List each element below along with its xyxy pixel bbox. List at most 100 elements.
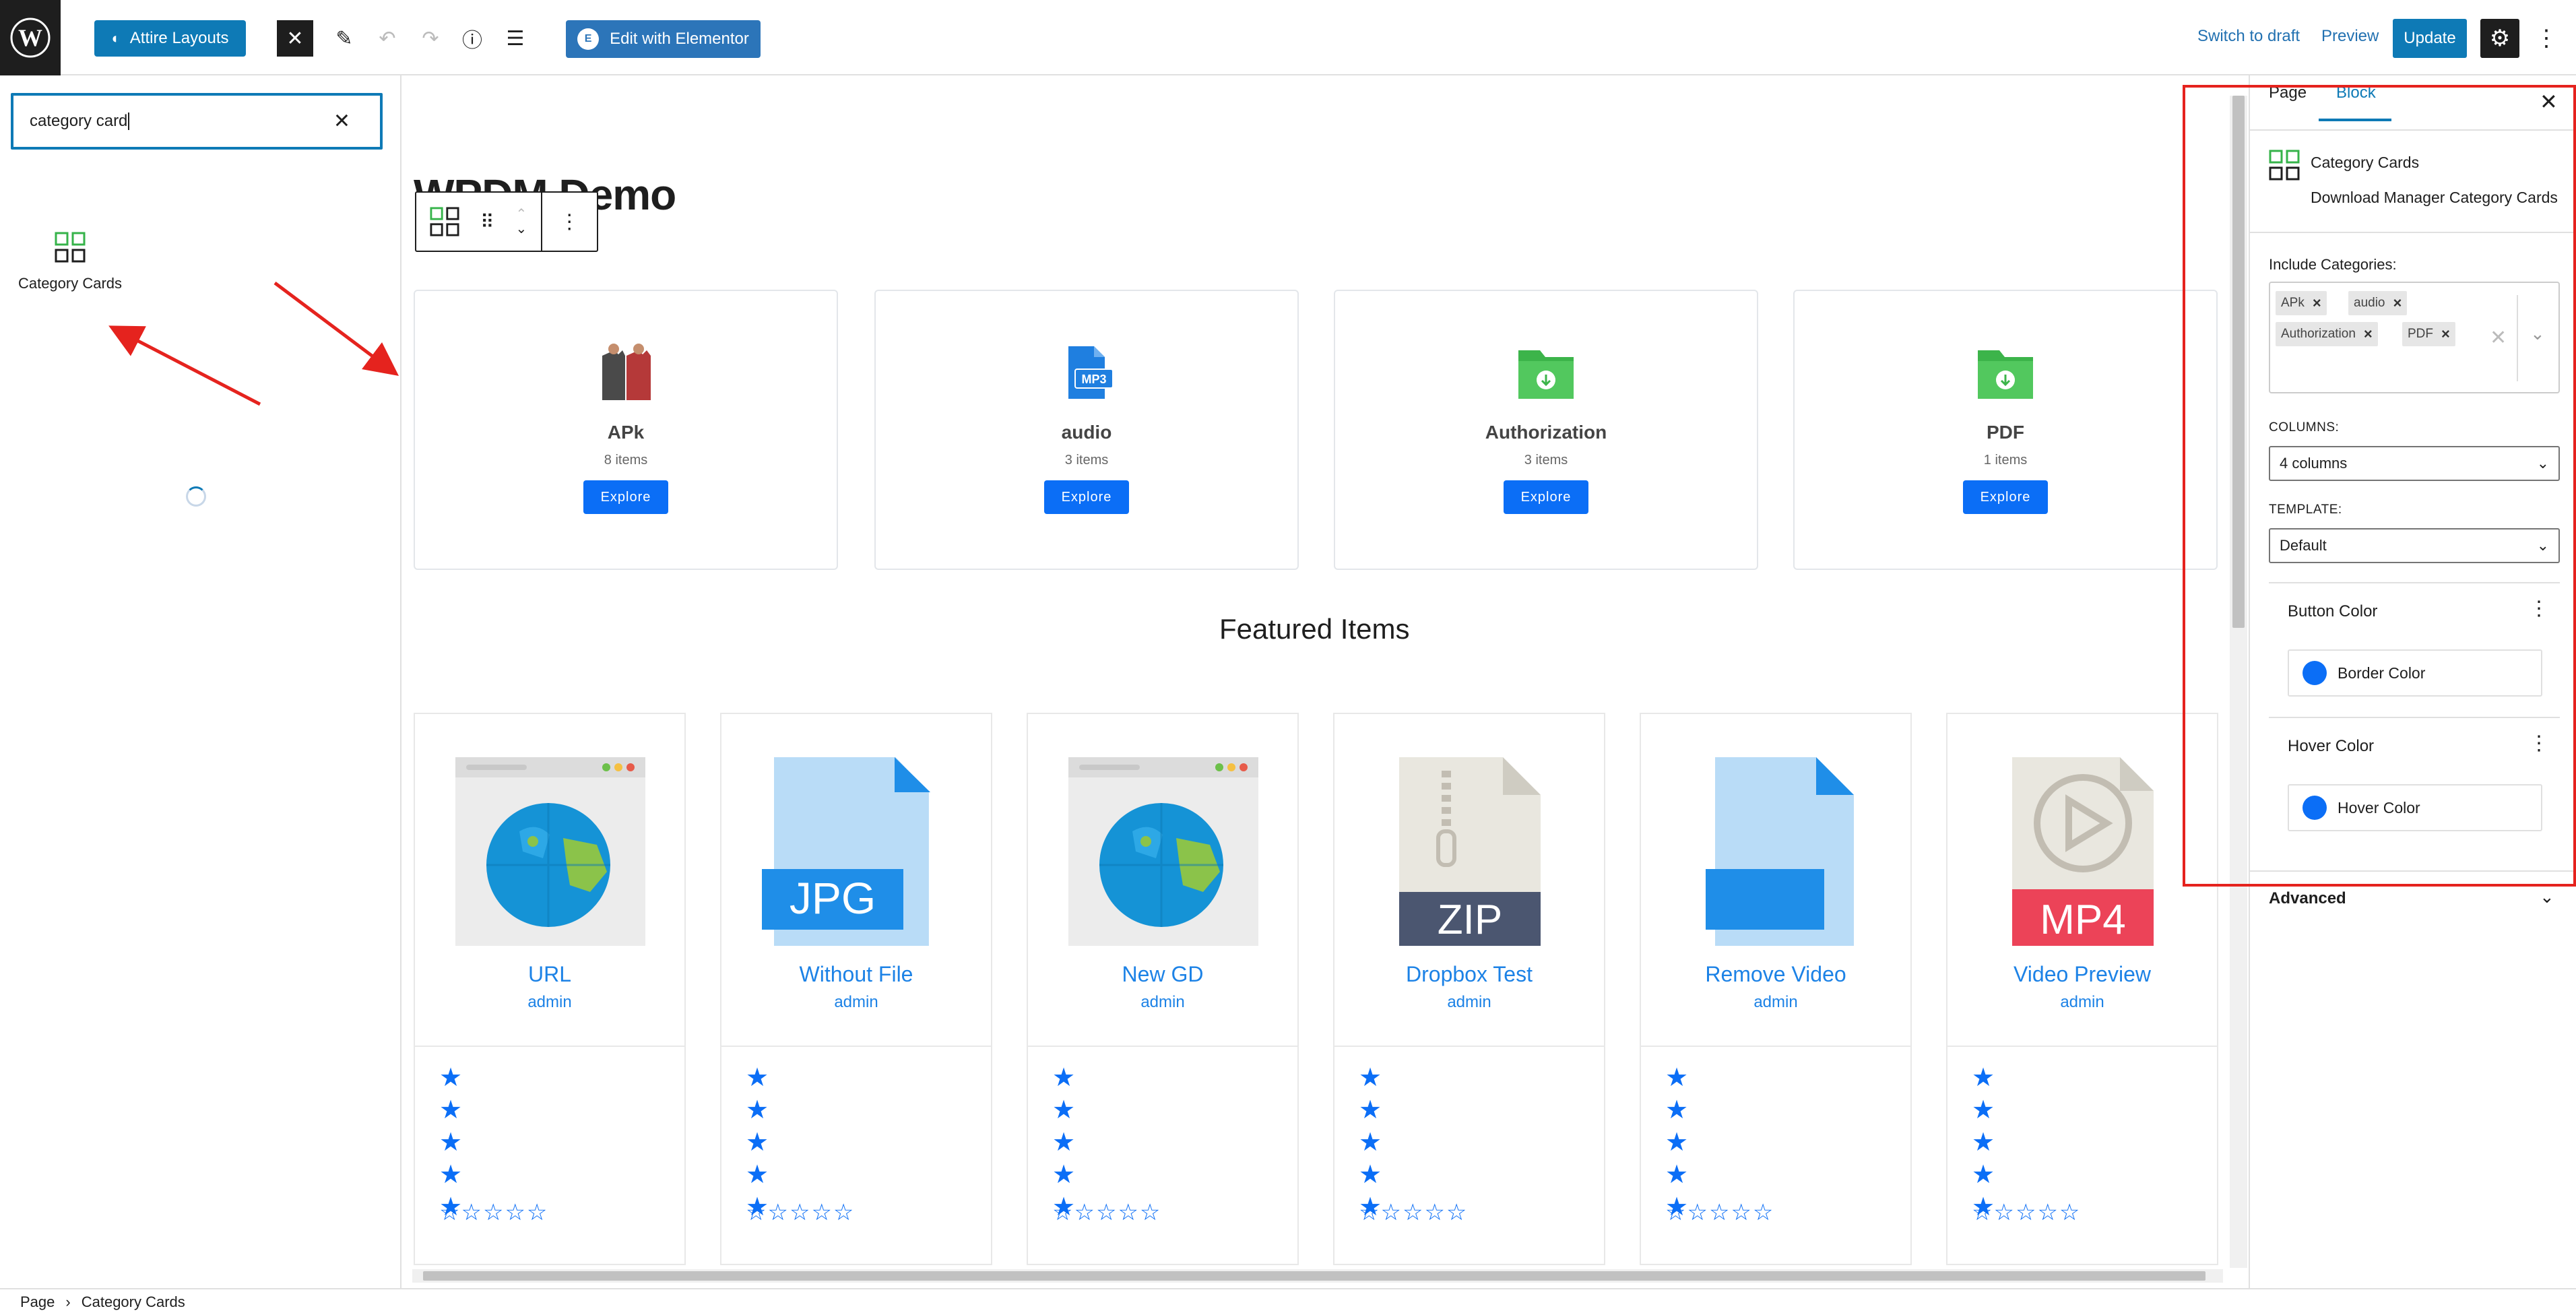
category-name[interactable]: PDF xyxy=(1987,422,2024,443)
item-title-link[interactable]: URL xyxy=(415,962,684,987)
drag-handle[interactable]: ⠿ xyxy=(472,193,502,251)
block-options-button[interactable]: ⋮ xyxy=(542,193,597,251)
download-folder-icon xyxy=(1516,342,1576,403)
remove-tag-icon[interactable]: × xyxy=(2364,325,2373,343)
explore-button[interactable]: Explore xyxy=(1044,480,1129,514)
clear-search-icon[interactable]: ✕ xyxy=(333,110,350,133)
empty-rating-stars[interactable]: ☆☆☆☆☆ xyxy=(1052,1199,1161,1226)
hover-color-picker[interactable]: Hover Color xyxy=(2288,784,2542,831)
item-author-link[interactable]: admin xyxy=(1947,993,2217,1012)
redo-icon: ↷ xyxy=(422,27,439,50)
move-buttons[interactable]: ⌃ ⌄ xyxy=(502,193,542,251)
remove-tag-icon[interactable]: × xyxy=(2393,294,2402,312)
chevron-down-icon[interactable]: ⌄ xyxy=(515,222,527,236)
block-search-input[interactable]: category card ✕ xyxy=(11,93,383,150)
list-view-button[interactable]: ☰ xyxy=(497,20,534,57)
chevron-down-icon[interactable]: ⌄ xyxy=(2540,887,2554,907)
include-categories-label: Include Categories: xyxy=(2269,256,2397,273)
breadcrumb: Page › Category Cards xyxy=(0,1288,2576,1315)
update-button[interactable]: Update xyxy=(2393,19,2467,58)
empty-rating-stars[interactable]: ☆☆☆☆☆ xyxy=(439,1199,548,1226)
zip-file-icon: ZIP xyxy=(1399,757,1541,946)
item-author-link[interactable]: admin xyxy=(721,993,991,1012)
empty-rating-stars[interactable]: ☆☆☆☆☆ xyxy=(1665,1199,1774,1226)
breadcrumb-block[interactable]: Category Cards xyxy=(82,1293,185,1311)
chevron-down-icon[interactable]: ⌄ xyxy=(2530,323,2545,344)
category-grid-icon xyxy=(430,207,459,236)
explore-button[interactable]: Explore xyxy=(583,480,668,514)
options-menu-button[interactable]: ⋮ xyxy=(2533,19,2560,58)
kebab-icon: ⋮ xyxy=(2535,26,2558,51)
rating-stars: ★ ★ ★ ★ ★ xyxy=(746,1064,769,1221)
explore-button[interactable]: Explore xyxy=(1504,480,1588,514)
attire-layouts-button[interactable]: ◐ Attire Layouts xyxy=(94,20,246,57)
advanced-panel-toggle[interactable]: Advanced xyxy=(2269,889,2346,908)
item-author-link[interactable]: admin xyxy=(1641,993,1910,1012)
tshirt-image-icon xyxy=(595,342,656,403)
close-sidebar-icon[interactable]: ✕ xyxy=(2540,89,2558,115)
featured-item-card: MP4 Video Preview admin ★ ★ ★ ★ ★ ☆☆☆☆☆ xyxy=(1946,713,2218,1265)
block-type-button[interactable] xyxy=(416,193,472,251)
item-title-link[interactable]: Video Preview xyxy=(1947,962,2217,987)
empty-rating-stars[interactable]: ☆☆☆☆☆ xyxy=(1972,1199,2081,1226)
remove-tag-icon[interactable]: × xyxy=(2313,294,2321,312)
empty-rating-stars[interactable]: ☆☆☆☆☆ xyxy=(1359,1199,1468,1226)
tab-block[interactable]: Block xyxy=(2336,84,2376,102)
redo-button[interactable]: ↷ xyxy=(412,20,449,57)
kebab-icon[interactable]: ⋮ xyxy=(2529,597,2549,620)
zip-label: ZIP xyxy=(1438,897,1502,943)
item-title-link[interactable]: Dropbox Test xyxy=(1334,962,1604,987)
featured-item-card: JPG Without File admin ★ ★ ★ ★ ★ ☆☆☆☆☆ xyxy=(720,713,992,1265)
scrollbar-thumb[interactable] xyxy=(423,1271,2205,1281)
selected-category-tag: Authorization × xyxy=(2276,322,2378,346)
item-title-link[interactable]: New GD xyxy=(1028,962,1297,987)
tab-page[interactable]: Page xyxy=(2269,84,2307,102)
button-color-title: Button Color xyxy=(2288,602,2378,620)
border-color-label: Border Color xyxy=(2338,664,2426,682)
explore-button[interactable]: Explore xyxy=(1963,480,2048,514)
include-categories-multiselect[interactable]: APk × audio × Authorization × PDF × ✕ ⌄ xyxy=(2269,282,2560,393)
divider xyxy=(2250,232,2576,233)
category-cards-block-option[interactable]: Category Cards xyxy=(16,232,124,319)
columns-select[interactable]: 4 columns ⌄ xyxy=(2269,446,2560,481)
undo-button[interactable]: ↶ xyxy=(369,20,406,57)
chevron-up-icon[interactable]: ⌃ xyxy=(515,207,527,222)
item-author-link[interactable]: admin xyxy=(1028,993,1297,1012)
vertical-scrollbar[interactable] xyxy=(2230,96,2247,1268)
item-author-link[interactable]: admin xyxy=(415,993,684,1012)
switch-to-draft-button[interactable]: Switch to draft xyxy=(2197,27,2300,46)
category-name[interactable]: Authorization xyxy=(1485,422,1607,443)
remove-tag-icon[interactable]: × xyxy=(2441,325,2450,343)
empty-rating-stars[interactable]: ☆☆☆☆☆ xyxy=(746,1199,855,1226)
blank-file-icon xyxy=(1706,757,1854,946)
elementor-icon: E xyxy=(577,28,600,50)
breadcrumb-page[interactable]: Page xyxy=(20,1293,55,1311)
wordpress-logo-button[interactable]: W xyxy=(0,0,61,75)
scrollbar-thumb[interactable] xyxy=(2232,96,2245,628)
block-name: Category Cards xyxy=(2311,154,2420,171)
info-icon: ⓘ xyxy=(462,30,482,52)
item-author-link[interactable]: admin xyxy=(1334,993,1604,1012)
selected-category-tag: PDF × xyxy=(2402,322,2455,346)
settings-button[interactable]: ⚙ xyxy=(2480,19,2519,58)
category-name[interactable]: APk xyxy=(608,422,644,443)
horizontal-scrollbar[interactable] xyxy=(412,1269,2223,1283)
template-select[interactable]: Default ⌄ xyxy=(2269,528,2560,563)
tools-button[interactable]: ✎ xyxy=(326,20,362,57)
kebab-icon[interactable]: ⋮ xyxy=(2529,732,2549,755)
divider xyxy=(415,1046,684,1047)
divider xyxy=(1028,1046,1297,1047)
featured-item-card: URL admin ★ ★ ★ ★ ★ ☆☆☆☆☆ xyxy=(414,713,686,1265)
category-card: APk 8 items Explore xyxy=(414,290,838,570)
loading-spinner xyxy=(186,486,206,507)
category-name[interactable]: audio xyxy=(1062,422,1112,443)
clear-all-icon[interactable]: ✕ xyxy=(2490,326,2507,350)
close-inserter-button[interactable]: ✕ xyxy=(277,20,313,57)
preview-button[interactable]: Preview xyxy=(2321,27,2379,46)
item-title-link[interactable]: Without File xyxy=(721,962,991,987)
item-title-link[interactable]: Remove Video xyxy=(1641,962,1910,987)
divider xyxy=(721,1046,991,1047)
border-color-picker[interactable]: Border Color xyxy=(2288,649,2542,697)
details-button[interactable]: ⓘ xyxy=(454,20,490,57)
edit-with-elementor-button[interactable]: E Edit with Elementor xyxy=(566,20,761,58)
